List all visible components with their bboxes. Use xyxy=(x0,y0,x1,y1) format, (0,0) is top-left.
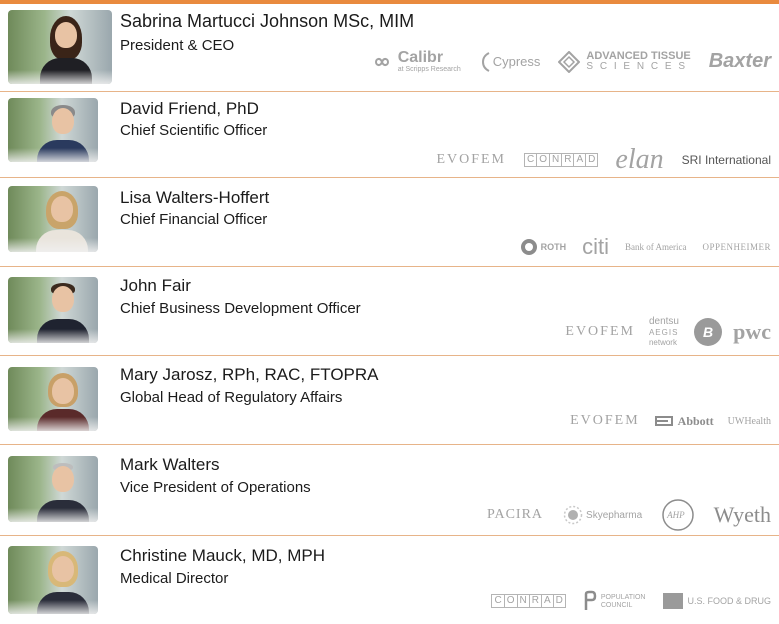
logo-sri-international: SRI International xyxy=(681,153,771,167)
abbott-icon xyxy=(654,416,673,426)
executive-row-cbdo: John Fair Chief Business Development Off… xyxy=(0,267,779,356)
prior-companies: EVOFEM dentsu AEGIS network B pwc xyxy=(565,317,771,347)
executive-row-operations: Mark Walters Vice President of Operation… xyxy=(0,445,779,536)
logo-calibr: Calibr at Scripps Research xyxy=(370,50,461,73)
executive-photo xyxy=(8,10,112,84)
prior-companies: EVOFEM Abbott UWHealth xyxy=(570,413,771,429)
population-council-icon xyxy=(584,590,597,610)
logo-citi: citi xyxy=(582,234,609,259)
logo-roth: ROTH xyxy=(520,238,566,256)
logo-evofem: EVOFEM xyxy=(570,413,640,428)
executive-title: Medical Director xyxy=(120,570,229,587)
logo-pwc: pwc xyxy=(733,319,771,344)
prior-companies: CONRAD POPULATION COUNCIL U.S. FOOD & DR… xyxy=(491,590,771,612)
logo-oppenheimer: OPPENHEIMER xyxy=(702,242,771,252)
executive-title: Chief Financial Officer xyxy=(120,211,268,228)
logo-elan: elan xyxy=(615,144,664,175)
logo-baxter: Baxter xyxy=(709,50,771,73)
executive-name: John Fair xyxy=(120,276,191,295)
logo-circle-b: B xyxy=(693,317,733,347)
logo-text: Cypress xyxy=(492,54,541,69)
executive-title: Global Head of Regulatory Affairs xyxy=(120,389,343,406)
prior-companies: ROTH citi Bank of America OPPENHEIMER xyxy=(520,234,771,260)
executive-name: Lisa Walters-Hoffert xyxy=(120,188,270,207)
executive-photo xyxy=(8,186,98,252)
logo-subtext: at Scripps Research xyxy=(397,66,461,73)
executive-name: Christine Mauck, MD, MPH xyxy=(120,546,325,565)
executive-photo xyxy=(8,277,98,343)
cypress-swirl-icon xyxy=(481,51,490,72)
logo-abbott: Abbott xyxy=(654,413,714,429)
logo-dentsu-aegis: dentsu AEGIS network xyxy=(648,316,679,347)
executive-row-ceo: Sabrina Martucci Johnson MSc, MIM Presid… xyxy=(0,4,779,92)
logo-evofem: EVOFEM xyxy=(436,152,506,167)
logo-uw-health: UWHealth xyxy=(727,415,771,427)
executive-title: Chief Business Development Officer xyxy=(120,300,361,317)
logo-advanced-tissue-sciences: ADVANCED TISSUE S C I E N C E S xyxy=(558,50,691,73)
executive-row-cso: David Friend, PhD Chief Scientific Offic… xyxy=(0,92,779,178)
logo-population-council: POPULATION COUNCIL xyxy=(583,590,645,612)
executive-name: Mary Jarosz, RPh, RAC, FTOPRA xyxy=(120,365,379,384)
prior-companies: EVOFEM CONRAD elan SRI International xyxy=(436,144,771,176)
executive-title: President & CEO xyxy=(120,37,235,54)
logo-fda: U.S. FOOD & DRUG xyxy=(663,593,771,609)
logo-text: Calibr xyxy=(397,49,444,66)
logo-skyepharma: Skyepharma xyxy=(563,505,642,525)
fda-icon xyxy=(663,593,684,609)
executive-row-regulatory: Mary Jarosz, RPh, RAC, FTOPRA Global Hea… xyxy=(0,356,779,445)
logo-pacira: PACIRA xyxy=(486,507,544,522)
executive-name: Sabrina Martucci Johnson MSc, MIM xyxy=(120,11,415,31)
sun-icon xyxy=(563,505,583,525)
logo-conrad: CONRAD xyxy=(524,153,599,167)
infinity-icon xyxy=(374,57,389,66)
executive-photo xyxy=(8,367,98,431)
logo-cypress: Cypress xyxy=(479,51,541,73)
roth-circle-icon xyxy=(520,239,537,255)
executive-name: David Friend, PhD xyxy=(120,99,259,118)
executive-photo xyxy=(8,98,98,162)
prior-companies: Calibr at Scripps Research Cypress ADVAN… xyxy=(370,50,771,73)
executive-name: Mark Walters xyxy=(120,455,220,474)
executive-photo xyxy=(8,456,98,522)
logo-bank-of-america: Bank of America xyxy=(625,242,687,252)
logo-evofem: EVOFEM xyxy=(565,324,635,339)
executive-row-medical: Christine Mauck, MD, MPH Medical Directo… xyxy=(0,536,779,624)
logo-text: Baxter xyxy=(708,50,771,72)
logo-subtext: S C I E N C E S xyxy=(586,61,687,72)
logo-ahp: AHP xyxy=(662,499,712,531)
executive-title: Vice President of Operations xyxy=(120,479,311,496)
logo-conrad: CONRAD xyxy=(491,594,566,608)
prior-companies: PACIRA Skyepharma AHP Wyeth xyxy=(487,499,771,531)
executive-photo xyxy=(8,546,98,614)
executive-title: Chief Scientific Officer xyxy=(120,122,268,139)
executive-row-cfo: Lisa Walters-Hoffert Chief Financial Off… xyxy=(0,178,779,267)
diamond-icon xyxy=(558,50,581,73)
logo-wyeth: Wyeth xyxy=(713,502,771,527)
